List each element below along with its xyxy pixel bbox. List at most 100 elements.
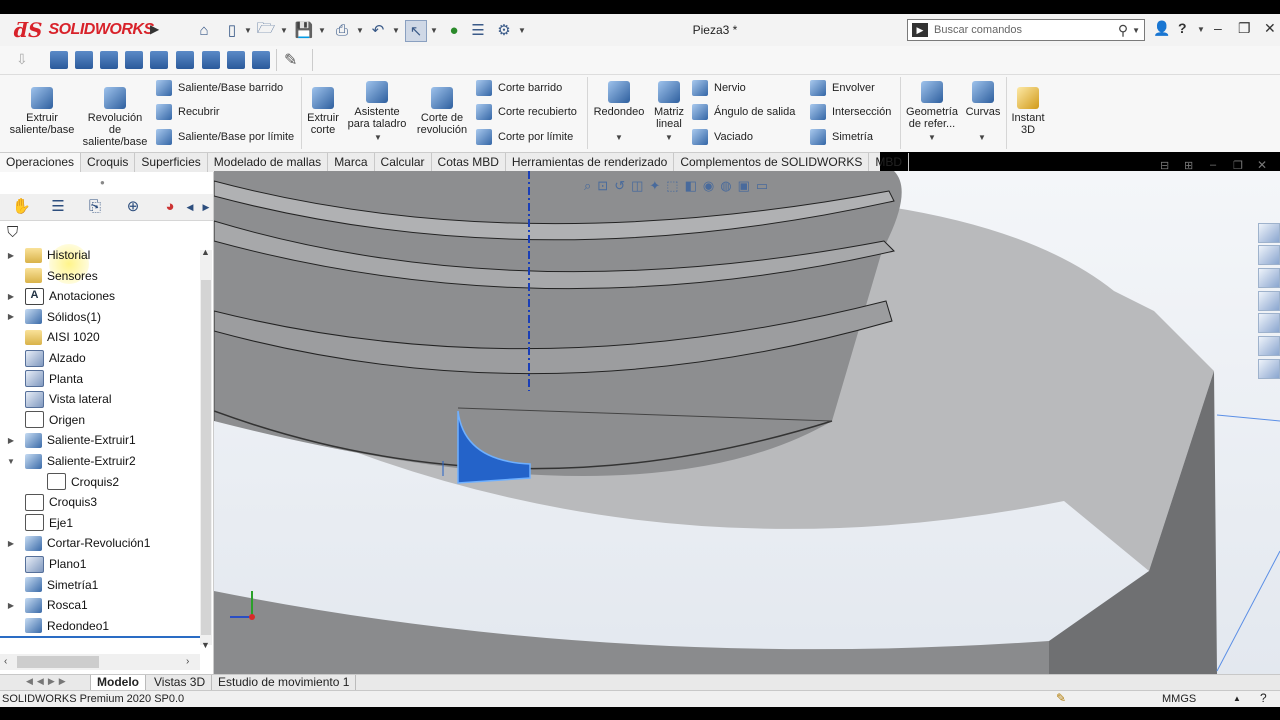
view-front-icon[interactable]: [75, 51, 93, 69]
linear-pattern-button[interactable]: Matriz lineal: [650, 81, 688, 130]
new-document-icon[interactable]: ▯: [222, 20, 242, 40]
display-style-icon[interactable]: ◧: [685, 178, 697, 194]
custom-properties-icon[interactable]: [1258, 336, 1280, 356]
search-dropdown-icon[interactable]: ▼: [1132, 26, 1140, 35]
view-settings-icon[interactable]: ▭: [756, 178, 768, 194]
tab-vistas-3d[interactable]: Vistas 3D: [148, 675, 213, 690]
extrude-boss-button[interactable]: Extruir saliente/base: [8, 87, 76, 136]
scroll-down-icon[interactable]: ▼: [201, 640, 210, 650]
tab-estudio-movimiento[interactable]: Estudio de movimiento 1: [212, 675, 357, 690]
brush-icon[interactable]: ✎: [284, 50, 297, 70]
save-icon[interactable]: 💾: [294, 20, 314, 40]
solidworks-logo[interactable]: ƌS SOLIDWORKS: [14, 17, 154, 43]
tree-horizontal-scroll-thumb[interactable]: [17, 656, 99, 668]
expand-toggle-icon[interactable]: ▶: [5, 601, 17, 610]
tab-superficies[interactable]: Superficies: [135, 153, 208, 172]
apply-scene-icon[interactable]: ▣: [738, 178, 750, 194]
minimize-window-icon[interactable]: –: [1214, 20, 1222, 36]
open-dropdown-icon[interactable]: ▼: [280, 26, 288, 35]
display-manager-tab-icon[interactable]: ◕: [161, 198, 179, 216]
units-dropdown-icon[interactable]: ▲: [1233, 694, 1241, 703]
rollback-bar[interactable]: [0, 636, 200, 638]
tree-item[interactable]: Sensores: [0, 266, 200, 286]
draft-button[interactable]: Ángulo de salida: [692, 102, 795, 122]
hole-wizard-button[interactable]: Asistente para taladro: [346, 81, 408, 130]
feature-manager-tab-icon[interactable]: ✋: [12, 198, 31, 216]
undo-dropdown-icon[interactable]: ▼: [392, 26, 400, 35]
close-window-icon[interactable]: ✕: [1264, 20, 1276, 37]
view-trimetric-icon[interactable]: [252, 51, 270, 69]
home-icon[interactable]: ⌂: [194, 20, 214, 40]
graphics-viewport[interactable]: ⌕ ⊡ ↺ ◫ ✦ ⬚ ◧ ◉ ◍ ▣ ▭: [214, 171, 1280, 674]
scroll-right-icon[interactable]: ›: [186, 656, 189, 667]
swept-boss-button[interactable]: Saliente/Base barrido: [156, 78, 283, 98]
zoom-area-icon[interactable]: ⊡: [597, 178, 608, 194]
tree-item[interactable]: Planta: [0, 369, 200, 389]
fillet-button[interactable]: Redondeo: [592, 81, 646, 118]
restore-window-icon[interactable]: ❐: [1238, 20, 1251, 37]
panel-grip-icon[interactable]: ●: [100, 178, 105, 187]
dynamic-annotation-icon[interactable]: ✦: [649, 178, 660, 194]
view-top-icon[interactable]: [100, 51, 118, 69]
appearances-icon[interactable]: [1258, 313, 1280, 333]
instant3d-button[interactable]: Instant 3D: [1008, 87, 1048, 136]
rebuild-icon[interactable]: ●: [444, 20, 464, 40]
help-dropdown-icon[interactable]: ▼: [1197, 25, 1205, 34]
section-view-icon[interactable]: ◫: [631, 178, 643, 194]
user-icon[interactable]: 👤: [1153, 20, 1170, 37]
viewport-restore-icon[interactable]: ❐: [1233, 159, 1243, 172]
expand-toggle-icon[interactable]: ▶: [5, 436, 17, 445]
revolve-cut-button[interactable]: Corte de revolución: [412, 87, 472, 136]
filter-icon[interactable]: ⛉: [7, 224, 18, 241]
solidworks-resources-icon[interactable]: [1258, 223, 1280, 243]
tree-item[interactable]: Eje1: [0, 513, 200, 533]
rebuild-status-icon[interactable]: ✎: [1056, 691, 1066, 705]
viewport-minimize-icon[interactable]: –: [1210, 159, 1216, 171]
previous-view-icon[interactable]: ↺: [614, 178, 625, 194]
search-commands-input[interactable]: ▶ Buscar comandos ⚲ ▼: [907, 19, 1145, 41]
tree-item[interactable]: Vista lateral: [0, 389, 200, 409]
expand-toggle-icon[interactable]: ▶: [5, 292, 17, 301]
view-right-icon[interactable]: [125, 51, 143, 69]
expand-toggle-icon[interactable]: ▶: [5, 312, 17, 321]
intersect-button[interactable]: Intersección: [810, 102, 891, 122]
undo-icon[interactable]: ↶: [368, 20, 388, 40]
curves-dropdown-icon[interactable]: ▼: [978, 133, 986, 142]
tree-item[interactable]: Croquis2: [0, 472, 200, 492]
ref-geometry-dropdown-icon[interactable]: ▼: [928, 133, 936, 142]
select-pointer-icon[interactable]: ↖: [405, 20, 427, 42]
wrap-button[interactable]: Envolver: [810, 78, 875, 98]
curves-button[interactable]: Curvas: [964, 81, 1002, 118]
tree-item[interactable]: ▶ Historial: [0, 245, 200, 265]
new-dropdown-icon[interactable]: ▼: [244, 26, 252, 35]
expand-toggle-icon[interactable]: ▶: [5, 251, 17, 260]
print-dropdown-icon[interactable]: ▼: [356, 26, 364, 35]
file-properties-icon[interactable]: ☰: [468, 20, 488, 40]
tab-modelado-mallas[interactable]: Modelado de mallas: [208, 153, 329, 172]
tree-item[interactable]: ▶ A Anotaciones: [0, 286, 200, 306]
select-dropdown-icon[interactable]: ▼: [430, 26, 438, 35]
tab-marca[interactable]: Marca: [328, 153, 375, 172]
shell-button[interactable]: Vaciado: [692, 127, 753, 147]
tab-complementos[interactable]: Complementos de SOLIDWORKS: [674, 153, 870, 172]
save-dropdown-icon[interactable]: ▼: [318, 26, 326, 35]
tree-item[interactable]: ▶ Sólidos(1): [0, 307, 200, 327]
options-gear-icon[interactable]: ⚙: [494, 20, 514, 40]
tree-item[interactable]: Alzado: [0, 348, 200, 368]
tree-item[interactable]: Croquis3: [0, 492, 200, 512]
fillet-dropdown-icon[interactable]: ▼: [615, 133, 623, 142]
tree-item[interactable]: ▼ Saliente-Extruir2: [0, 451, 200, 471]
tree-item[interactable]: Redondeo1: [0, 616, 200, 636]
tab-scroll-arrows-icon[interactable]: ◀◀▶▶: [26, 676, 70, 687]
expand-menu-arrow-icon[interactable]: ▶: [150, 22, 159, 36]
tree-item[interactable]: ▶ Rosca1: [0, 595, 200, 615]
lofted-cut-button[interactable]: Corte recubierto: [476, 102, 577, 122]
file-explorer-icon[interactable]: [1258, 268, 1280, 288]
scroll-up-icon[interactable]: ▲: [201, 247, 210, 257]
view-box-icon[interactable]: [50, 51, 68, 69]
tree-item[interactable]: Simetría1: [0, 575, 200, 595]
hide-show-items-icon[interactable]: ◉: [703, 178, 714, 194]
boundary-cut-button[interactable]: Corte por límite: [476, 127, 573, 147]
tree-vertical-scroll-thumb[interactable]: [201, 280, 211, 635]
tree-item[interactable]: ▶ Cortar-Revolución1: [0, 533, 200, 553]
